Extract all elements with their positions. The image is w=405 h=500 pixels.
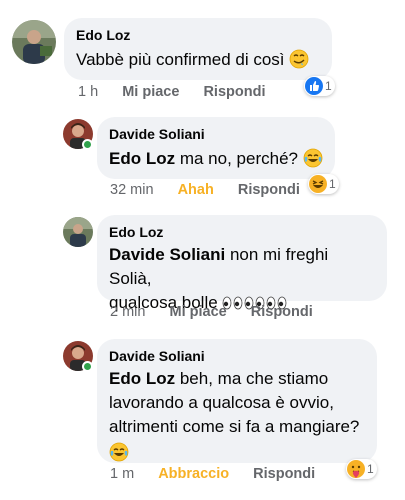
comment-actions: 1 h Mi piace Rispondi (78, 84, 285, 100)
comment-author[interactable]: Davide Soliani (109, 347, 365, 365)
like-icon (305, 77, 323, 95)
comment-author[interactable]: Edo Loz (76, 26, 320, 44)
comment-time: 1 m (110, 466, 135, 482)
reply-button[interactable]: Rispondi (203, 84, 265, 100)
comment-text-line: lavorando a qualcosa è ovvio, (109, 393, 334, 412)
laughing-icon (309, 175, 327, 193)
comment-text: Davide Soliani non mi freghi Solià, (109, 245, 329, 288)
comment-author[interactable]: Davide Soliani (109, 125, 323, 143)
comment-actions: 32 min Ahah Rispondi (110, 182, 320, 198)
mention-link[interactable]: Edo Loz (109, 149, 175, 168)
avatar-photo-icon (12, 20, 56, 64)
reply-button[interactable]: Rispondi (238, 182, 300, 198)
comment-text: Edo Loz beh, ma che stiamo (109, 369, 329, 388)
mention-link[interactable]: Edo Loz (109, 369, 175, 388)
avatar[interactable] (12, 20, 56, 64)
comment-text: Vabbè più confirmed di così (76, 48, 320, 72)
tears-of-joy-icon (109, 442, 129, 462)
avatar[interactable] (63, 217, 93, 247)
comment-text-line: altrimenti come si fa a mangiare? (109, 417, 360, 436)
reply-button[interactable]: Rispondi (253, 466, 315, 482)
ahah-reaction-button[interactable]: Ahah (178, 182, 214, 198)
reply-button[interactable]: Rispondi (251, 304, 313, 320)
comment-emoji-line (109, 441, 365, 465)
comment-time: 1 h (78, 84, 99, 100)
reaction-count[interactable]: 1 (346, 459, 377, 479)
care-reaction-button[interactable]: Abbraccio (158, 466, 229, 482)
comment-actions: 1 m Abbraccio Rispondi (110, 466, 335, 482)
comment-bubble: Davide Soliani Edo Loz beh, ma che stiam… (97, 339, 377, 463)
drooling-face-icon (289, 49, 309, 69)
comment-bubble: Edo Loz Vabbè più confirmed di così (64, 18, 332, 80)
comment-text: Edo Loz ma no, perché? (109, 147, 323, 171)
mention-link[interactable]: Davide Soliani (109, 245, 225, 264)
comment-time: 2 min (110, 304, 146, 320)
comment-bubble: Edo Loz Davide Soliani non mi freghi Sol… (97, 215, 387, 312)
comment-bubble: Davide Soliani Edo Loz ma no, perché? (97, 117, 335, 179)
like-button[interactable]: Mi piace (170, 304, 227, 320)
like-button[interactable]: Mi piace (122, 84, 179, 100)
comment-author[interactable]: Edo Loz (109, 223, 375, 241)
online-status-dot (82, 361, 93, 372)
comment-actions: 2 min Mi piace Rispondi (110, 304, 333, 320)
avatar-photo-icon (63, 217, 93, 247)
tears-of-joy-icon (303, 148, 323, 168)
care-icon (347, 460, 365, 478)
online-status-dot (82, 139, 93, 150)
reaction-count[interactable]: 1 (308, 174, 339, 194)
reaction-count[interactable]: 1 (304, 76, 335, 96)
comment-time: 32 min (110, 182, 154, 198)
